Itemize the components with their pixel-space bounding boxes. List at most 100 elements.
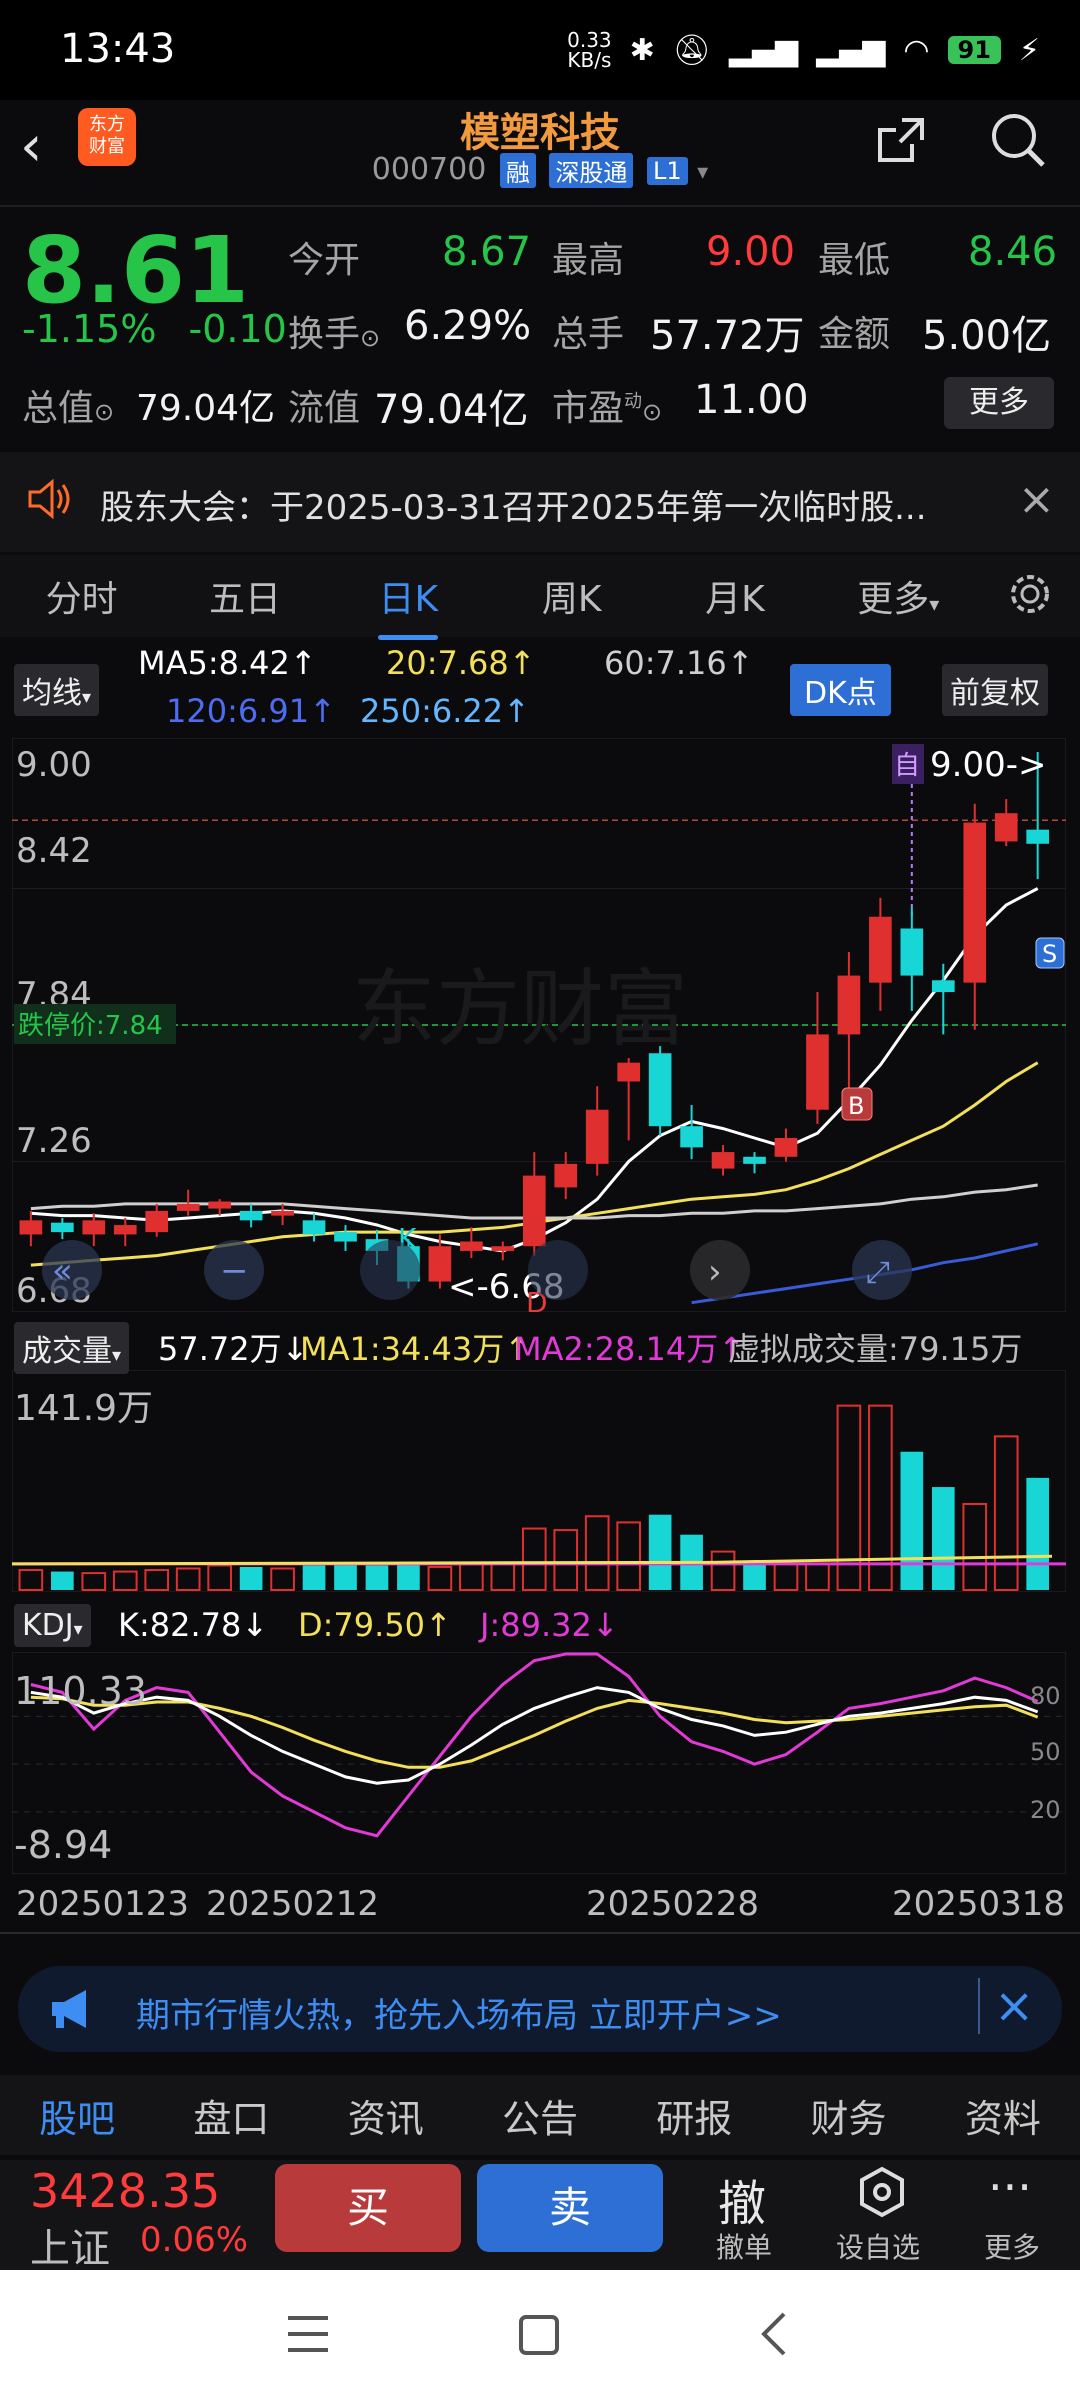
- kdj-chart[interactable]: 110.33 -8.94 80 50 20: [11, 1651, 1067, 1875]
- candle-body[interactable]: [837, 975, 861, 1035]
- volume-bar: [144, 1569, 170, 1591]
- y-axis-label-top: 9.00: [16, 745, 92, 785]
- candle-body[interactable]: [145, 1210, 169, 1233]
- turnover-value: 6.29%: [404, 303, 532, 349]
- home-icon[interactable]: [518, 2314, 560, 2360]
- tab-intraday[interactable]: 分时: [0, 570, 163, 622]
- double-left-icon: «: [52, 1251, 73, 1291]
- candle-body[interactable]: [554, 1163, 578, 1188]
- cancel-icon[interactable]: 撤: [718, 2164, 766, 2234]
- volume-chart[interactable]: 141.9万: [11, 1369, 1067, 1593]
- buy-marker-label: B: [848, 1092, 864, 1120]
- kdj-axis-top: 110.33: [14, 1669, 147, 1713]
- date-tick: 20250212: [206, 1884, 380, 1924]
- candle-body[interactable]: [522, 1175, 546, 1247]
- candle-body[interactable]: [869, 916, 892, 983]
- buy-button[interactable]: 买: [275, 2164, 461, 2252]
- kdj-selector[interactable]: KDJ▾: [14, 1604, 91, 1647]
- candle-body[interactable]: [648, 1053, 672, 1127]
- tab-more[interactable]: 更多▾: [817, 570, 980, 622]
- add-watchlist-label[interactable]: 设自选: [836, 2226, 920, 2266]
- more-button[interactable]: 更多: [944, 377, 1054, 429]
- cancel-order-label[interactable]: 撤单: [716, 2226, 772, 2266]
- candle-body[interactable]: [176, 1203, 200, 1211]
- candle-body[interactable]: [491, 1246, 515, 1251]
- zoom-in-icon[interactable]: [360, 1240, 420, 1300]
- candle-body[interactable]: [82, 1220, 106, 1235]
- close-icon[interactable]: ×: [978, 1978, 1034, 2034]
- tab-daily-k[interactable]: 日K: [327, 570, 490, 640]
- settings-icon[interactable]: [980, 569, 1080, 623]
- dropdown-icon[interactable]: ▾: [697, 160, 708, 185]
- chevron-down-icon: ▾: [73, 1619, 83, 1640]
- tab-monthly-k[interactable]: 月K: [653, 570, 816, 622]
- candle-body[interactable]: [900, 928, 924, 976]
- candle-body[interactable]: [774, 1137, 798, 1157]
- candle-body[interactable]: [271, 1210, 294, 1216]
- tab-finance[interactable]: 财务: [771, 2088, 925, 2143]
- close-icon[interactable]: ×: [1018, 474, 1055, 525]
- candle-body[interactable]: [302, 1220, 326, 1235]
- notice-bar[interactable]: 股东大会：于2025-03-31召开2025年第一次临时股... ×: [0, 452, 1080, 552]
- candle-body[interactable]: [51, 1222, 74, 1233]
- sell-button[interactable]: 卖: [477, 2164, 663, 2252]
- candle-body[interactable]: [963, 822, 987, 983]
- tab-five-day[interactable]: 五日: [163, 570, 326, 622]
- tab-more-label: 更多: [857, 579, 930, 620]
- ma-selector[interactable]: 均线▾: [14, 664, 100, 716]
- tab-news[interactable]: 资讯: [309, 2088, 463, 2143]
- candle-body[interactable]: [617, 1062, 640, 1082]
- candle-body[interactable]: [208, 1201, 231, 1209]
- volume-bar: [743, 1562, 766, 1590]
- kline-chart[interactable]: 东方财富 9.00 8.42 7.84 7.26 6.68 跌停价:7.84 自…: [11, 737, 1067, 1319]
- more-dots-icon[interactable]: ···: [988, 2160, 1032, 2214]
- index-value[interactable]: 3428.35: [30, 2164, 220, 2218]
- candle-body[interactable]: [931, 980, 955, 993]
- volume-bar: [710, 1550, 736, 1591]
- candle-body[interactable]: [239, 1210, 263, 1221]
- tab-profile[interactable]: 资料: [926, 2088, 1080, 2143]
- kdj-right-50: 50: [1030, 1738, 1061, 1766]
- candle-body[interactable]: [711, 1152, 735, 1169]
- amount-value: 5.00亿: [922, 313, 1052, 359]
- promo-banner[interactable]: 期市行情火热，抢先入场布局 立即开户>> ×: [18, 1966, 1062, 2052]
- candle-body[interactable]: [806, 1034, 829, 1110]
- more-label[interactable]: 更多: [984, 2226, 1040, 2266]
- tab-weekly-k[interactable]: 周K: [490, 570, 653, 622]
- volume-bar: [427, 1565, 453, 1591]
- candle-body[interactable]: [680, 1126, 703, 1148]
- volume-bar: [900, 1451, 924, 1590]
- menu-icon[interactable]: [286, 2314, 330, 2358]
- open-value: 8.67: [442, 229, 532, 275]
- candle-body[interactable]: [585, 1109, 609, 1164]
- tab-guba[interactable]: 股吧: [0, 2088, 154, 2143]
- candle-body[interactable]: [1026, 829, 1050, 844]
- tab-research[interactable]: 研报: [617, 2088, 771, 2143]
- info-icon[interactable]: ⊙: [94, 398, 114, 426]
- bluetooth-icon: ✱: [629, 32, 655, 68]
- tab-pankou[interactable]: 盘口: [154, 2088, 308, 2143]
- info-icon[interactable]: ⊙: [642, 398, 662, 426]
- candle-body[interactable]: [19, 1220, 43, 1235]
- dk-point-button[interactable]: DK点: [790, 664, 891, 716]
- adjust-button[interactable]: 前复权: [942, 664, 1048, 716]
- search-icon[interactable]: [988, 110, 1048, 174]
- tab-announcement[interactable]: 公告: [463, 2088, 617, 2143]
- volume-selector[interactable]: 成交量▾: [14, 1322, 130, 1374]
- scroll-left-one-icon[interactable]: [528, 1240, 588, 1300]
- candle-body[interactable]: [743, 1156, 766, 1164]
- float-value: 79.04亿: [374, 387, 529, 433]
- system-nav-bar: [0, 2270, 1080, 2400]
- candle-body[interactable]: [460, 1241, 483, 1251]
- date-tick: 20250228: [586, 1884, 760, 1924]
- candle-body[interactable]: [334, 1232, 357, 1242]
- watchlist-icon[interactable]: [856, 2166, 908, 2222]
- candle-body[interactable]: [994, 813, 1018, 842]
- share-icon[interactable]: [872, 112, 930, 174]
- candle-body[interactable]: [113, 1225, 137, 1235]
- volume-bar: [490, 1562, 516, 1591]
- back-nav-icon[interactable]: [756, 2310, 792, 2362]
- notice-text: 股东大会：于2025-03-31召开2025年第一次临时股...: [100, 488, 927, 528]
- info-icon[interactable]: ⊙: [360, 324, 380, 352]
- ma-legend: 均线▾ MA5:8.42↑ 20:7.68↑ 60:7.16↑ 120:6.91…: [0, 640, 1080, 740]
